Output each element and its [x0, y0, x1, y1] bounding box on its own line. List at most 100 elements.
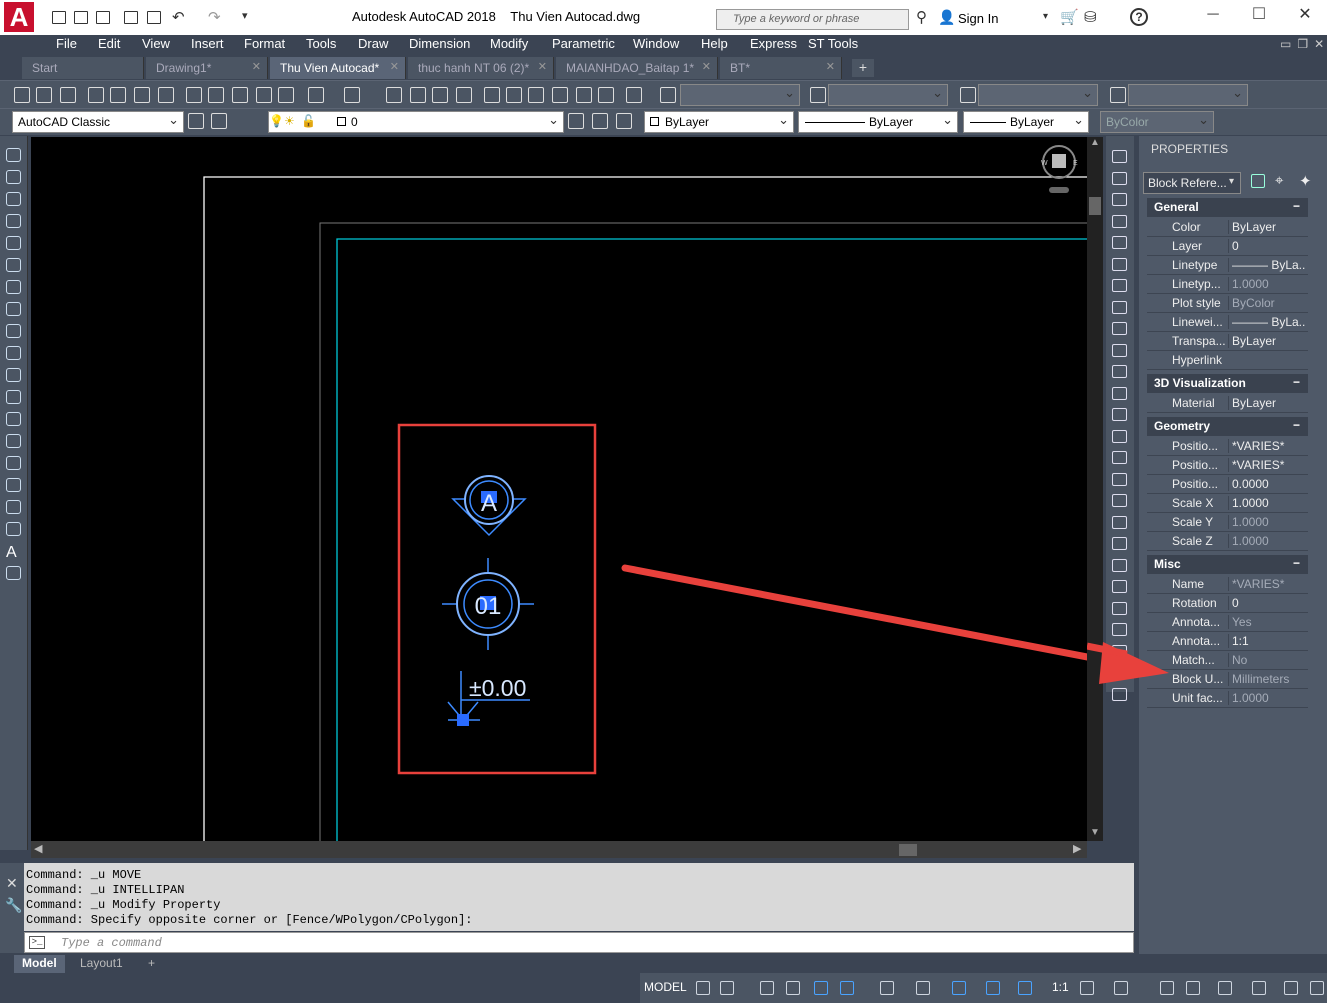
open-icon[interactable]	[36, 87, 52, 103]
close-command-line-icon[interactable]: ✕	[6, 875, 18, 892]
property-value[interactable]: 1.0000	[1228, 515, 1306, 529]
paste-icon[interactable]	[232, 87, 248, 103]
property-row[interactable]: Positio... 0.0000	[1147, 475, 1308, 494]
break-icon[interactable]	[1112, 429, 1127, 443]
annotation-monitor-icon[interactable]	[1186, 981, 1200, 995]
property-value[interactable]: ByLayer	[1228, 396, 1306, 410]
tool-palettes-icon[interactable]	[528, 87, 544, 103]
property-row[interactable]: Plot style ByColor	[1147, 294, 1308, 313]
menu-edit[interactable]: Edit	[98, 36, 120, 51]
trim-icon[interactable]	[1112, 365, 1127, 378]
array-icon[interactable]	[1112, 257, 1127, 271]
property-row[interactable]: Transpa... ByLayer	[1147, 332, 1308, 351]
menu-help[interactable]: Help	[701, 36, 728, 51]
layer-previous-icon[interactable]	[592, 113, 608, 129]
osnap-3d-icon[interactable]	[880, 981, 894, 995]
command-settings-icon[interactable]: 🔧	[5, 897, 22, 914]
save-as-icon[interactable]	[124, 11, 138, 24]
quick-properties-icon[interactable]	[1252, 981, 1266, 995]
break-at-point-icon[interactable]	[1112, 408, 1127, 421]
property-value[interactable]: ByColor	[1228, 296, 1306, 310]
property-value[interactable]: ——— ByLa...	[1228, 258, 1306, 272]
draworder-front-icon[interactable]	[1112, 558, 1127, 572]
property-row[interactable]: Layer 0	[1147, 237, 1308, 256]
property-row[interactable]: Linewei... ——— ByLa...	[1147, 313, 1308, 332]
dynamic-input-icon[interactable]	[786, 981, 800, 995]
tab-close-icon[interactable]: ✕	[826, 60, 835, 73]
join-icon[interactable]	[1112, 451, 1127, 464]
text-style-dropdown[interactable]	[680, 84, 800, 106]
tab-4[interactable]: MAIANHDAO_Baitap 1* ✕	[556, 57, 718, 79]
make-current-icon[interactable]	[568, 113, 584, 129]
match-properties-icon[interactable]	[256, 87, 272, 103]
hscroll-thumb[interactable]	[899, 844, 917, 856]
property-row[interactable]: Color ByLayer	[1147, 218, 1308, 237]
scroll-left-icon[interactable]: ◀	[34, 842, 42, 855]
otrack-icon[interactable]	[916, 981, 930, 995]
lineweight-icon[interactable]	[952, 981, 966, 995]
undo-icon[interactable]	[308, 87, 324, 103]
workspace-dropdown[interactable]: AutoCAD Classic	[12, 111, 184, 133]
construction-line-icon[interactable]	[6, 170, 21, 184]
section-marker-symbol[interactable]: 01	[442, 558, 534, 650]
open-icon[interactable]	[74, 11, 88, 24]
redo-icon[interactable]: ↷	[208, 8, 221, 26]
layout-tab-layout1[interactable]: Layout1	[72, 955, 131, 973]
new-tab-button[interactable]: +	[852, 59, 874, 77]
hatch-icon[interactable]	[6, 456, 21, 470]
prop-group-geometry[interactable]: Geometry	[1147, 417, 1308, 436]
menu-st-tools[interactable]: ST Tools	[808, 36, 858, 51]
property-row[interactable]: Linetype ——— ByLa...	[1147, 256, 1308, 275]
object-type-dropdown[interactable]: Block Refere...	[1143, 172, 1241, 194]
erase-icon[interactable]	[1112, 171, 1127, 185]
add-selected-icon[interactable]	[6, 566, 21, 580]
prop-group-3d-visualization[interactable]: 3D Visualization	[1147, 374, 1308, 393]
object-type-chevron-icon[interactable]: ▾	[1229, 176, 1234, 187]
3d-print-icon[interactable]	[158, 87, 174, 103]
horizontal-scrollbar[interactable]: ◀ ▶	[31, 841, 1087, 858]
tab-close-icon[interactable]: ✕	[538, 60, 547, 73]
multileader-style-dropdown[interactable]	[1128, 84, 1248, 106]
select-objects-icon[interactable]: ⌖	[1275, 172, 1283, 189]
table-icon[interactable]	[6, 522, 21, 536]
property-value[interactable]: Millimeters	[1228, 672, 1306, 686]
annotation-scale[interactable]: 1:1	[1052, 980, 1069, 994]
help-icon[interactable]: ?	[1130, 8, 1148, 26]
chamfer-icon[interactable]	[1112, 472, 1127, 486]
make-block-icon[interactable]	[6, 412, 21, 426]
rectangle-icon[interactable]	[6, 236, 21, 250]
property-row[interactable]: Positio... *VARIES*	[1147, 456, 1308, 475]
tab-3[interactable]: thuc hanh NT 06 (2)* ✕	[408, 57, 554, 79]
model-space-button[interactable]: MODEL	[644, 980, 687, 994]
new-icon[interactable]	[14, 87, 30, 103]
line-icon[interactable]	[6, 148, 21, 162]
plot-preview-icon[interactable]	[110, 87, 126, 103]
property-row[interactable]: Name *VARIES*	[1147, 575, 1308, 594]
offset-icon[interactable]	[1112, 236, 1127, 249]
fillet-icon[interactable]	[1112, 494, 1127, 507]
tab-close-icon[interactable]: ✕	[390, 60, 399, 73]
search-input[interactable]: Type a keyword or phrase	[716, 9, 909, 30]
calculator-icon[interactable]	[598, 87, 614, 103]
point-icon[interactable]	[6, 434, 21, 448]
dim-style-dropdown[interactable]	[828, 84, 948, 106]
property-row[interactable]: Scale Z 1.0000	[1147, 532, 1308, 551]
property-value[interactable]: *VARIES*	[1228, 577, 1306, 591]
tab-close-icon[interactable]: ✕	[252, 60, 261, 73]
copy-icon[interactable]	[208, 87, 224, 103]
binoculars-icon[interactable]: ⚲	[916, 8, 927, 26]
match-props-icon[interactable]	[1112, 150, 1127, 163]
property-value[interactable]: ——— ByLa...	[1228, 315, 1306, 329]
scroll-right-icon[interactable]: ▶	[1073, 842, 1081, 855]
arc-icon[interactable]	[6, 258, 21, 272]
menu-window[interactable]: Window	[633, 36, 679, 51]
block-editor-icon[interactable]	[278, 87, 294, 103]
grid-icon[interactable]	[696, 981, 710, 995]
property-row[interactable]: Positio... *VARIES*	[1147, 437, 1308, 456]
menu-parametric[interactable]: Parametric	[552, 36, 615, 51]
insert-block-icon[interactable]	[6, 390, 21, 404]
layout-tab-model[interactable]: Model	[14, 955, 65, 973]
prop-group-misc[interactable]: Misc	[1147, 555, 1308, 574]
spline-icon[interactable]	[6, 324, 21, 338]
blend-icon[interactable]	[1112, 515, 1127, 529]
